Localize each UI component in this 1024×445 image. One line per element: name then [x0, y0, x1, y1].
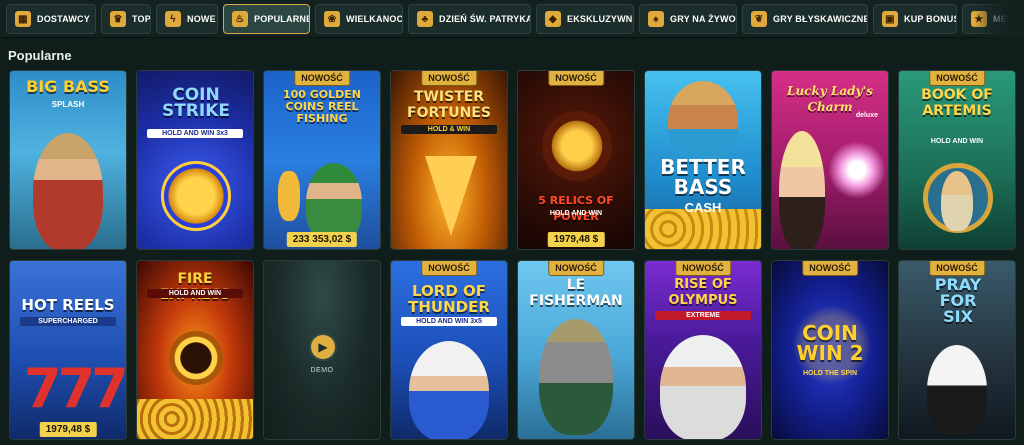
- nav-item-label: GRY NA ŻYWO: [670, 14, 736, 24]
- game-tile-big-bass-splash[interactable]: BIG BASS SPLASH: [9, 70, 127, 250]
- game-tile-coin-win-2[interactable]: COIN WIN 2 HOLD THE SPIN NOWOŚĆ: [771, 260, 889, 440]
- game-title: HOT REELS: [21, 296, 115, 314]
- game-artwork: 777: [10, 261, 126, 439]
- nav-item-label: EKSKLUZYWNE: [567, 14, 634, 24]
- game-artwork: [10, 71, 126, 249]
- nav-item-buy-bonus[interactable]: ▣ KUP BONUS: [873, 4, 957, 34]
- jackpot-amount: 233 353,02 $: [286, 232, 358, 247]
- diamond-icon: ◆: [545, 11, 561, 27]
- game-subtitle: EXTREME: [655, 311, 751, 320]
- hat-icon: ♣: [417, 11, 433, 27]
- nav-item-label: DOSTAWCY: [37, 14, 90, 24]
- game-subtitle: SUPERCHARGED: [20, 317, 116, 326]
- game-title: BETTER BASS: [660, 155, 746, 199]
- jackpot-amount: 1979,48 $: [547, 232, 605, 247]
- game-subtitle: HOLD & WIN: [401, 125, 497, 134]
- game-subtitle: CASH: [684, 200, 722, 215]
- game-title: LORD OF THUNDER: [408, 282, 490, 316]
- nav-item-label: WIELKANOC: [346, 14, 403, 24]
- cherries-icon: ❦: [751, 11, 767, 27]
- game-title: BIG BASS: [26, 77, 110, 96]
- game-title: COIN WIN 2: [796, 321, 864, 365]
- game-tile-better-bass-cash[interactable]: BETTER BASS CASH: [644, 70, 762, 250]
- flame-icon: ♨: [232, 11, 248, 27]
- game-title: FIRE EXPRESS: [160, 271, 231, 303]
- new-badge: NOWOŚĆ: [675, 261, 731, 276]
- game-tile-fire-express[interactable]: FIRE EXPRESS HOLD AND WIN: [136, 260, 254, 440]
- game-tile-hot-reels[interactable]: 777 HOT REELS SUPERCHARGED 1979,48 $: [9, 260, 127, 440]
- nav-item-providers[interactable]: ▦ DOSTAWCY: [6, 4, 96, 34]
- demo-label: DEMO: [310, 367, 334, 374]
- game-tile-le-fisherman[interactable]: LE FISHERMAN NOWOŚĆ: [517, 260, 635, 440]
- play-demo-button[interactable]: ▶: [309, 333, 337, 361]
- new-badge: NOWOŚĆ: [929, 261, 985, 276]
- game-subtitle: HOLD THE SPIN: [802, 370, 858, 377]
- easter-bunny-icon: ❀: [324, 11, 340, 27]
- live-cards-icon: ♠: [648, 11, 664, 27]
- game-tile-lucky-ladys-charm[interactable]: Lucky Lady's Charm deluxe: [771, 70, 889, 250]
- game-subtitle: deluxe: [855, 112, 878, 119]
- nav-item-label: TOP: [132, 14, 151, 24]
- nav-item-label: POPULARNE: [254, 14, 310, 24]
- new-badge: NOWOŚĆ: [421, 71, 477, 86]
- game-tile-twister-fortunes[interactable]: TWISTER FORTUNES HOLD & WIN NOWOŚĆ: [390, 70, 508, 250]
- game-subtitle: HOLD AND WIN 3x3: [147, 129, 243, 138]
- game-tile-reel-fishing[interactable]: 100 GOLDEN COINS REEL FISHING 233 353,02…: [263, 70, 381, 250]
- providers-icon: ▦: [15, 11, 31, 27]
- game-tile-coin-strike[interactable]: COIN STRIKE HOLD AND WIN 3x3: [136, 70, 254, 250]
- game-tile-lord-of-thunder[interactable]: LORD OF THUNDER HOLD AND WIN 3x5 NOWOŚĆ: [390, 260, 508, 440]
- nav-item-label: KUP BONUS: [904, 14, 957, 24]
- game-tile-pray-for-six[interactable]: PRAY FOR SIX NOWOŚĆ: [898, 260, 1016, 440]
- game-subtitle: SPLASH: [51, 100, 85, 109]
- nav-item-live[interactable]: ♠ GRY NA ŻYWO: [639, 4, 737, 34]
- game-subtitle: HOLD AND WIN 3x5: [401, 317, 497, 326]
- nav-item-top[interactable]: ♛ TOP: [101, 4, 151, 34]
- game-tile-book-of-artemis[interactable]: BOOK OF ARTEMIS HOLD AND WIN NOWOŚĆ: [898, 70, 1016, 250]
- nav-item-new[interactable]: ϟ NOWE: [156, 4, 218, 34]
- game-subtitle: HOLD AND WIN: [930, 138, 984, 145]
- game-title: RISE OF OLYMPUS: [668, 277, 738, 308]
- nav-item-label: GRY BŁYSKAWICZNE: [773, 14, 868, 24]
- play-icon: ▶: [318, 340, 328, 354]
- nav-item-label: NOWE: [187, 14, 216, 24]
- new-badge: NOWOŚĆ: [802, 261, 858, 276]
- category-nav: ▦ DOSTAWCY ♛ TOP ϟ NOWE ♨ POPULARNE ❀ WI…: [0, 0, 1024, 38]
- nav-item-popular[interactable]: ♨ POPULARNE: [223, 4, 310, 34]
- game-subtitle: HOLD AND WIN: [549, 210, 603, 217]
- nav-scroll-fade: [974, 0, 1024, 38]
- game-subtitle: HOLD AND WIN: [147, 289, 243, 298]
- game-title: BOOK OF ARTEMIS: [921, 87, 993, 119]
- new-badge: NOWOŚĆ: [421, 261, 477, 276]
- game-title: LE FISHERMAN: [529, 277, 623, 309]
- new-badge: NOWOŚĆ: [548, 261, 604, 276]
- game-title: 100 GOLDEN COINS REEL FISHING: [282, 88, 362, 125]
- game-tile-rise-of-olympus[interactable]: RISE OF OLYMPUS EXTREME NOWOŚĆ: [644, 260, 762, 440]
- nav-item-exclusive[interactable]: ◆ EKSKLUZYWNE: [536, 4, 634, 34]
- new-badge: NOWOŚĆ: [294, 71, 350, 86]
- nav-item-st-patricks[interactable]: ♣ DZIEŃ ŚW. PATRYKA: [408, 4, 531, 34]
- new-badge: NOWOŚĆ: [929, 71, 985, 86]
- jackpot-amount: 1979,48 $: [39, 422, 97, 437]
- chest-icon: ▣: [882, 11, 898, 27]
- game-tile-demo-preview[interactable]: ▶ DEMO: [263, 260, 381, 440]
- trophy-icon: ♛: [110, 11, 126, 27]
- lightning-icon: ϟ: [165, 11, 181, 27]
- new-badge: NOWOŚĆ: [548, 71, 604, 86]
- game-title: TWISTER FORTUNES: [407, 89, 491, 121]
- nav-item-instant[interactable]: ❦ GRY BŁYSKAWICZNE: [742, 4, 868, 34]
- game-title: PRAY FOR SIX: [934, 275, 982, 326]
- nav-item-label: DZIEŃ ŚW. PATRYKA: [439, 14, 531, 24]
- game-tile-relics-of-power[interactable]: 5 RELICS OF POWER HOLD AND WIN 1979,48 $…: [517, 70, 635, 250]
- game-title: COIN STRIKE: [161, 85, 231, 121]
- nav-item-easter[interactable]: ❀ WIELKANOC: [315, 4, 403, 34]
- section-title: Popularne: [8, 48, 72, 63]
